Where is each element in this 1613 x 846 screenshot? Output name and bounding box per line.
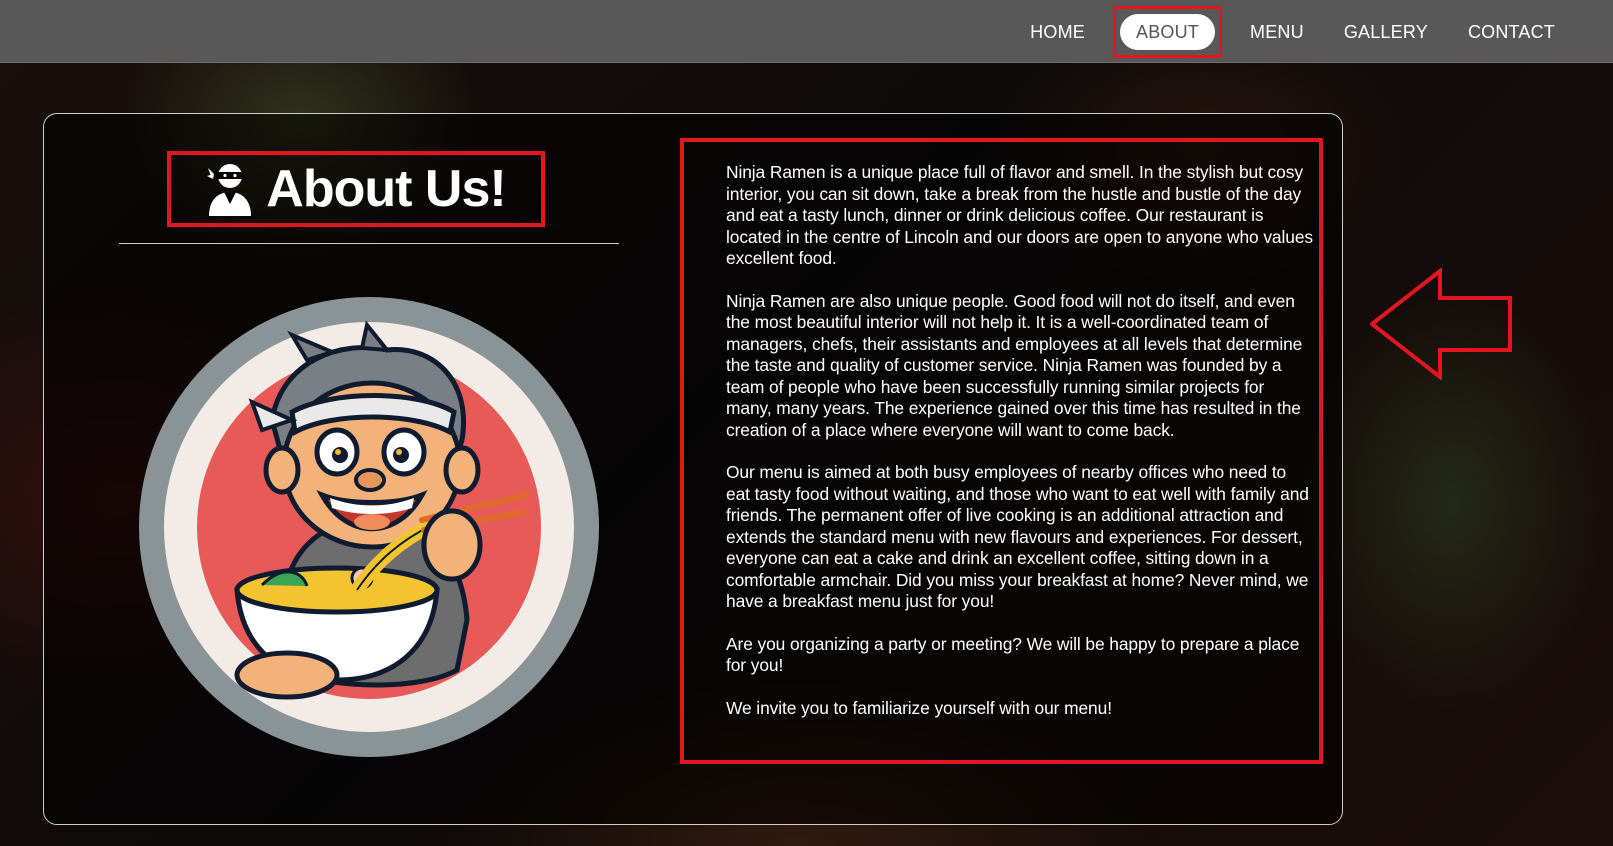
about-title: About Us! [266, 160, 506, 218]
about-paragraph: Ninja Ramen is a unique place full of fl… [726, 162, 1313, 268]
about-heading-highlight: About Us! [167, 151, 545, 227]
about-paragraph: We invite you to familiarize yourself wi… [726, 697, 1112, 718]
ninja-ramen-mascot-logo [139, 297, 599, 757]
nav-list: HOME ABOUT MENU GALLERY CONTACT [1010, 0, 1575, 63]
about-text-highlight: Ninja Ramen is a unique place full of fl… [680, 138, 1323, 764]
nav-link-about-highlight[interactable]: ABOUT [1112, 5, 1222, 58]
user-ninja-icon [207, 164, 252, 216]
page: HOME ABOUT MENU GALLERY CONTACT About Us… [0, 0, 1613, 846]
navbar: HOME ABOUT MENU GALLERY CONTACT [0, 0, 1613, 63]
nav-link-gallery[interactable]: GALLERY [1324, 14, 1448, 50]
nav-link-menu[interactable]: MENU [1230, 14, 1324, 50]
left-arrow-annotation [1370, 268, 1512, 380]
about-paragraph: Our menu is aimed at both busy employees… [726, 462, 1309, 611]
about-paragraph: Ninja Ramen are also unique people. Good… [726, 290, 1303, 440]
nav-link-home[interactable]: HOME [1010, 14, 1105, 50]
heading-divider [119, 243, 619, 244]
nav-link-contact[interactable]: CONTACT [1448, 14, 1575, 50]
about-paragraph: Are you organizing a party or meeting? W… [726, 633, 1300, 676]
nav-link-about[interactable]: ABOUT [1119, 13, 1215, 50]
about-card: About Us! Ninja Ramen is a unique place … [43, 113, 1343, 825]
